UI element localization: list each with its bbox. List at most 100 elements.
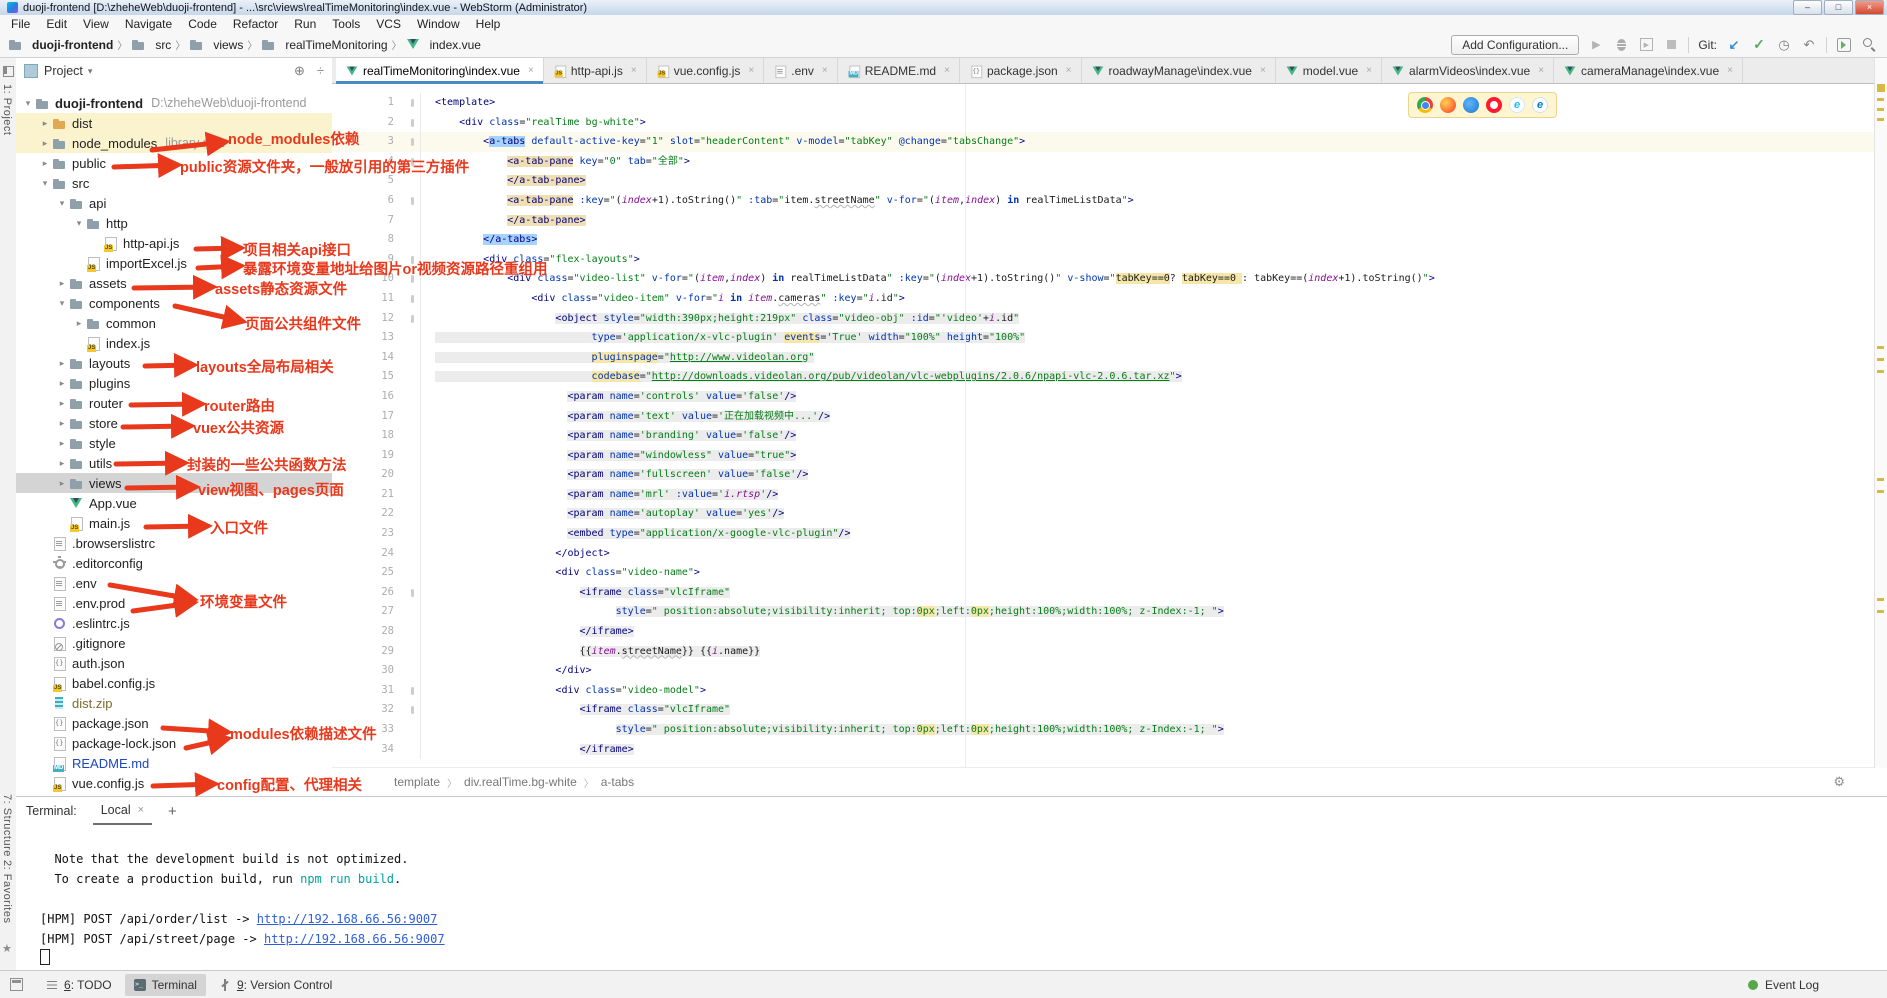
tree-row-public[interactable]: ▸public	[16, 153, 332, 173]
tree-row-utils[interactable]: ▸utils	[16, 453, 332, 473]
tree-row-http[interactable]: ▾http	[16, 213, 332, 233]
menu-item-help[interactable]: Help	[468, 17, 509, 31]
tree-row-babel.config.js[interactable]: babel.config.js	[16, 673, 332, 693]
chevron-icon[interactable]: ▸	[55, 478, 69, 489]
tree-row-package-lock.json[interactable]: package-lock.json	[16, 733, 332, 753]
menu-item-vcs[interactable]: VCS	[368, 17, 409, 31]
tree-row-.editorconfig[interactable]: .editorconfig	[16, 553, 332, 573]
menu-item-navigate[interactable]: Navigate	[117, 17, 180, 31]
terminal-output[interactable]: Note that the development build is not o…	[16, 825, 1887, 969]
minimize-button[interactable]: –	[1793, 0, 1822, 15]
tree-row-dist[interactable]: ▸dist	[16, 113, 332, 133]
tree-row-main.js[interactable]: main.js	[16, 513, 332, 533]
maximize-button[interactable]: □	[1824, 0, 1853, 15]
breadcrumb-settings-gear-icon[interactable]: ⚙	[1833, 774, 1845, 790]
rollback-icon[interactable]: ↶	[1801, 37, 1817, 53]
event-log-button[interactable]: Event Log	[1748, 978, 1819, 992]
menu-item-window[interactable]: Window	[409, 17, 468, 31]
firefox-browser-icon[interactable]	[1440, 97, 1456, 113]
tab-vue.config.js[interactable]: vue.config.js×	[647, 58, 765, 83]
close-icon[interactable]: ×	[1260, 65, 1266, 76]
tree-row-.browserslistrc[interactable]: .browserslistrc	[16, 533, 332, 553]
tree-row-common[interactable]: ▸common	[16, 313, 332, 333]
statusbar-version-control[interactable]: 9: Version Control	[210, 974, 341, 996]
tree-row-layouts[interactable]: ▸layouts	[16, 353, 332, 373]
tree-row-style[interactable]: ▸style	[16, 433, 332, 453]
chevron-icon[interactable]: ▾	[21, 98, 35, 109]
stripe-favorites-button[interactable]: 2: Favorites	[1, 860, 13, 923]
project-panel-header[interactable]: Project ▾ ⊕ ÷	[16, 58, 332, 84]
run-icon[interactable]: ▶	[1588, 37, 1604, 53]
tree-row-dist.zip[interactable]: dist.zip	[16, 693, 332, 713]
tree-row-App.vue[interactable]: App.vue	[16, 493, 332, 513]
close-icon[interactable]: ×	[1538, 65, 1544, 76]
stripe-project-button[interactable]: 1: Project	[1, 84, 13, 135]
tab-.env[interactable]: .env×	[764, 58, 838, 83]
stop-icon[interactable]	[1663, 37, 1679, 53]
chevron-icon[interactable]: ▸	[38, 118, 52, 129]
ie-browser-icon[interactable]: e	[1509, 97, 1525, 113]
menu-item-run[interactable]: Run	[286, 17, 324, 31]
tree-row-.env.prod[interactable]: .env.prod	[16, 593, 332, 613]
tab-http-api.js[interactable]: http-api.js×	[544, 58, 647, 83]
tab-README.md[interactable]: README.md×	[838, 58, 960, 83]
close-button[interactable]: ×	[1855, 0, 1884, 15]
tab-alarmVideos-index.vue[interactable]: alarmVideos\index.vue×	[1382, 58, 1554, 83]
tree-row-api[interactable]: ▾api	[16, 193, 332, 213]
coverage-icon[interactable]: ▶	[1638, 37, 1654, 53]
menu-item-edit[interactable]: Edit	[38, 17, 75, 31]
tree-row-.gitignore[interactable]: .gitignore	[16, 633, 332, 653]
search-everywhere-icon[interactable]	[1861, 37, 1877, 53]
history-clock-icon[interactable]: ◷	[1776, 37, 1792, 53]
close-icon[interactable]: ×	[1727, 65, 1733, 76]
add-configuration-button[interactable]: Add Configuration...	[1451, 35, 1579, 55]
chrome-browser-icon[interactable]	[1417, 97, 1433, 113]
tree-row-views[interactable]: ▸views	[16, 473, 332, 493]
tree-row-src[interactable]: ▾src	[16, 173, 332, 193]
tree-row-node_modules[interactable]: ▸node_moduleslibrary root	[16, 133, 332, 153]
tree-row-http-api.js[interactable]: http-api.js	[16, 233, 332, 253]
tab-cameraManage-index.vue[interactable]: cameraManage\index.vue×	[1554, 58, 1743, 83]
tab-package.json[interactable]: package.json×	[960, 58, 1082, 83]
tab-realTimeMonitoring-index.vue[interactable]: realTimeMonitoring\index.vue×	[336, 58, 544, 83]
safari-browser-icon[interactable]	[1463, 97, 1479, 113]
locate-file-icon[interactable]: ⊕	[294, 63, 305, 79]
tree-row-auth.json[interactable]: auth.json	[16, 653, 332, 673]
tree-row-package.json[interactable]: package.json	[16, 713, 332, 733]
tree-row-.eslintrc.js[interactable]: .eslintrc.js	[16, 613, 332, 633]
terminal-tab-local[interactable]: Local ×	[93, 797, 152, 825]
close-icon[interactable]: ×	[1066, 65, 1072, 76]
menu-item-code[interactable]: Code	[180, 17, 225, 31]
editor-breadcrumb-div.realTime.bg-white[interactable]: div.realTime.bg-white	[464, 775, 577, 789]
breadcrumb-item-realTimeMonitoring[interactable]: realTimeMonitoring	[261, 37, 387, 52]
chevron-icon[interactable]: ▸	[72, 318, 86, 329]
editor-breadcrumb-template[interactable]: template	[394, 775, 440, 789]
close-icon[interactable]: ×	[748, 65, 754, 76]
chevron-icon[interactable]: ▸	[55, 418, 69, 429]
menu-item-tools[interactable]: Tools	[324, 17, 368, 31]
statusbar-todo[interactable]: 6: TODO	[37, 974, 121, 996]
edge-browser-icon[interactable]: e	[1532, 97, 1548, 113]
tree-row-importExcel.js[interactable]: importExcel.js	[16, 253, 332, 273]
menu-item-view[interactable]: View	[75, 17, 117, 31]
statusbar-terminal[interactable]: Terminal	[125, 974, 206, 996]
close-icon[interactable]: ×	[528, 65, 534, 76]
chevron-icon[interactable]: ▾	[55, 298, 69, 309]
tree-row-store[interactable]: ▸store	[16, 413, 332, 433]
view-options-icon[interactable]: ÷	[317, 63, 324, 79]
tree-row-vue.config.js[interactable]: vue.config.js	[16, 773, 332, 793]
chevron-icon[interactable]: ▸	[38, 158, 52, 169]
run-anything-icon[interactable]	[1836, 37, 1852, 53]
tab-roadwayManage-index.vue[interactable]: roadwayManage\index.vue×	[1082, 58, 1276, 83]
chevron-icon[interactable]: ▸	[55, 438, 69, 449]
stripe-structure-button[interactable]: 7: Structure	[1, 794, 13, 857]
tree-row-duoji-frontend[interactable]: ▾duoji-frontendD:\zheheWeb\duoji-fronten…	[16, 93, 332, 113]
new-terminal-session-button[interactable]: +	[168, 803, 177, 820]
tree-row-assets[interactable]: ▸assets	[16, 273, 332, 293]
chevron-icon[interactable]: ▾	[38, 178, 52, 189]
tree-row-index.js[interactable]: index.js	[16, 333, 332, 353]
chevron-icon[interactable]: ▸	[55, 378, 69, 389]
menu-item-refactor[interactable]: Refactor	[225, 17, 286, 31]
tree-row-README.md[interactable]: README.md	[16, 753, 332, 773]
breadcrumb-item-duoji-frontend[interactable]: duoji-frontend	[8, 37, 113, 52]
